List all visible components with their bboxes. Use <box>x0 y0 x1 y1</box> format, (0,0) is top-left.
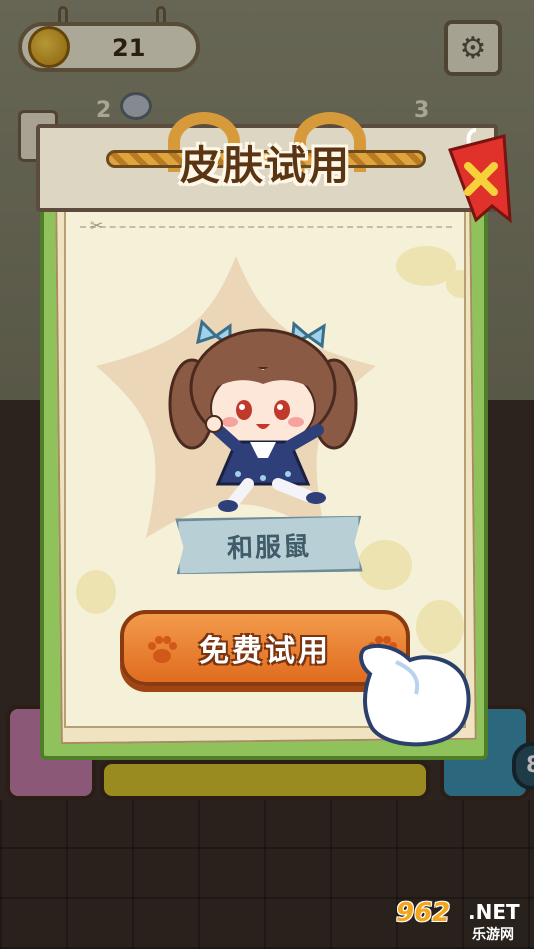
skin-character <box>168 318 358 512</box>
watermark-text: 乐游网 <box>472 927 514 943</box>
watermark-suffix: .NET <box>468 900 520 924</box>
popup-title: 皮肤试用 <box>180 143 352 189</box>
scissors-icon: ✂ <box>90 216 104 235</box>
decor-blob <box>76 570 116 614</box>
watermark-number: 962 <box>396 898 451 928</box>
cut-line <box>80 226 452 228</box>
site-watermark: 962 .NET 乐游网 <box>392 898 530 944</box>
decor-blob <box>446 270 464 298</box>
skin-name: 和服鼠 <box>226 531 312 564</box>
pointer-hand-icon <box>359 643 471 747</box>
skin-name-label: 和服鼠 <box>175 514 362 577</box>
title-plate: 皮肤试用 <box>155 126 377 198</box>
paw-icon <box>148 636 177 663</box>
free-trial-label: 免费试用 <box>199 634 331 669</box>
close-button[interactable] <box>446 128 512 224</box>
